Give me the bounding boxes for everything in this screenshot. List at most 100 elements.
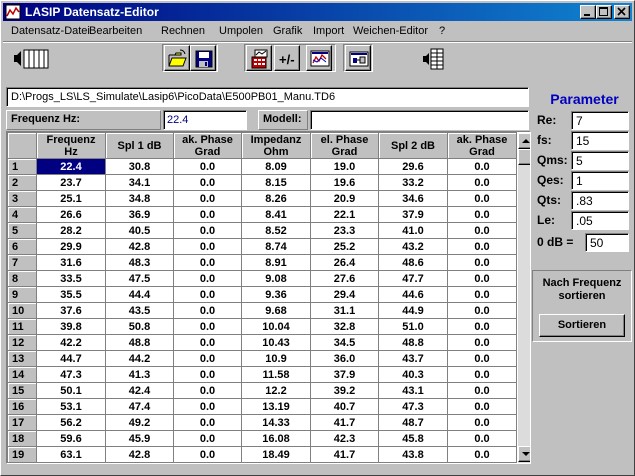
table-cell[interactable]: 50.8: [105, 318, 174, 335]
table-cell[interactable]: 44.4: [105, 286, 174, 303]
table-cell[interactable]: 9.68: [241, 302, 311, 319]
table-cell[interactable]: 29.6: [378, 158, 448, 175]
table-cell[interactable]: 11.58: [241, 366, 311, 383]
table-cell[interactable]: 0.0: [447, 318, 517, 335]
table-cell[interactable]: 34.8: [105, 190, 174, 207]
table-cell[interactable]: 0.0: [173, 158, 242, 175]
speaker-tool-button[interactable]: [9, 45, 51, 71]
column-header[interactable]: ak. Phase Grad: [173, 132, 242, 159]
table-cell[interactable]: 8.26: [241, 190, 311, 207]
table-cell[interactable]: 41.7: [310, 414, 379, 431]
table-cell[interactable]: 29.4: [310, 286, 379, 303]
table-cell[interactable]: 51.0: [378, 318, 448, 335]
save-button[interactable]: [190, 45, 216, 71]
menu-import[interactable]: Import: [313, 25, 344, 37]
row-header[interactable]: 6: [7, 238, 37, 255]
table-cell[interactable]: 43.1: [378, 382, 448, 399]
table-cell[interactable]: 8.41: [241, 206, 311, 223]
table-cell[interactable]: 0.0: [447, 190, 517, 207]
table-cell[interactable]: 0.0: [447, 238, 517, 255]
table-cell[interactable]: 34.6: [378, 190, 448, 207]
param-input[interactable]: 50: [585, 233, 629, 252]
row-header[interactable]: 19: [7, 446, 37, 463]
table-cell[interactable]: 0.0: [173, 366, 242, 383]
param-input[interactable]: .05: [571, 211, 629, 230]
table-cell[interactable]: 0.0: [447, 382, 517, 399]
table-cell[interactable]: 25.2: [310, 238, 379, 255]
vertical-scrollbar[interactable]: [518, 133, 530, 463]
table-cell[interactable]: 12.2: [241, 382, 311, 399]
table-cell[interactable]: 41.0: [378, 222, 448, 239]
table-cell[interactable]: 22.4: [36, 158, 106, 175]
table-cell[interactable]: 0.0: [173, 398, 242, 415]
column-header[interactable]: ak. Phase Grad: [447, 132, 517, 159]
table-cell[interactable]: 0.0: [447, 158, 517, 175]
table-cell[interactable]: 0.0: [447, 446, 517, 463]
table-cell[interactable]: 36.0: [310, 350, 379, 367]
table-cell[interactable]: 0.0: [173, 414, 242, 431]
row-header[interactable]: 7: [7, 254, 37, 271]
table-cell[interactable]: 18.49: [241, 446, 311, 463]
table-cell[interactable]: 48.8: [378, 334, 448, 351]
calculate-button[interactable]: [246, 45, 272, 71]
table-cell[interactable]: 0.0: [173, 318, 242, 335]
minimize-button[interactable]: [580, 5, 596, 19]
row-header[interactable]: 8: [7, 270, 37, 287]
title-bar[interactable]: LASIP Datensatz-Editor: [3, 3, 632, 21]
table-cell[interactable]: 49.2: [105, 414, 174, 431]
table-cell[interactable]: 0.0: [173, 382, 242, 399]
table-cell[interactable]: 10.9: [241, 350, 311, 367]
table-cell[interactable]: 0.0: [447, 206, 517, 223]
row-header[interactable]: 9: [7, 286, 37, 303]
menu-umpolen[interactable]: Umpolen: [219, 25, 263, 37]
row-header[interactable]: 16: [7, 398, 37, 415]
table-cell[interactable]: 48.8: [105, 334, 174, 351]
table-cell[interactable]: 19.6: [310, 174, 379, 191]
table-cell[interactable]: 0.0: [173, 206, 242, 223]
table-cell[interactable]: 44.2: [105, 350, 174, 367]
scroll-thumb[interactable]: [518, 149, 530, 165]
table-cell[interactable]: 8.09: [241, 158, 311, 175]
param-input[interactable]: 1: [571, 171, 629, 190]
table-cell[interactable]: 45.9: [105, 430, 174, 447]
table-cell[interactable]: 42.3: [310, 430, 379, 447]
table-cell[interactable]: 34.1: [105, 174, 174, 191]
table-cell[interactable]: 0.0: [447, 270, 517, 287]
table-cell[interactable]: 8.91: [241, 254, 311, 271]
table-cell[interactable]: 43.7: [378, 350, 448, 367]
menu-weichen-editor[interactable]: Weichen-Editor: [353, 25, 428, 37]
table-cell[interactable]: 0.0: [173, 174, 242, 191]
table-cell[interactable]: 0.0: [447, 222, 517, 239]
table-cell[interactable]: 40.5: [105, 222, 174, 239]
table-cell[interactable]: 41.3: [105, 366, 174, 383]
table-cell[interactable]: 28.2: [36, 222, 106, 239]
table-cell[interactable]: 33.5: [36, 270, 106, 287]
table-cell[interactable]: 48.6: [378, 254, 448, 271]
menu-rechnen[interactable]: Rechnen: [161, 25, 205, 37]
table-cell[interactable]: 27.6: [310, 270, 379, 287]
table-cell[interactable]: 47.3: [378, 398, 448, 415]
table-cell[interactable]: 23.3: [310, 222, 379, 239]
table-cell[interactable]: 39.2: [310, 382, 379, 399]
table-cell[interactable]: 37.6: [36, 302, 106, 319]
table-cell[interactable]: 47.5: [105, 270, 174, 287]
param-input[interactable]: 5: [571, 151, 629, 170]
param-input[interactable]: .83: [571, 191, 629, 210]
table-cell[interactable]: 43.5: [105, 302, 174, 319]
table-cell[interactable]: 37.9: [310, 366, 379, 383]
table-cell[interactable]: 13.19: [241, 398, 311, 415]
table-cell[interactable]: 47.7: [378, 270, 448, 287]
column-header[interactable]: el. Phase Grad: [310, 132, 379, 159]
table-cell[interactable]: 14.33: [241, 414, 311, 431]
table-cell[interactable]: 0.0: [173, 254, 242, 271]
table-cell[interactable]: 47.3: [36, 366, 106, 383]
table-cell[interactable]: 16.08: [241, 430, 311, 447]
scroll-up-button[interactable]: [518, 133, 530, 149]
table-cell[interactable]: 59.6: [36, 430, 106, 447]
row-header[interactable]: 13: [7, 350, 37, 367]
table-cell[interactable]: 0.0: [447, 302, 517, 319]
table-cell[interactable]: 42.4: [105, 382, 174, 399]
crossover-editor-button[interactable]: [345, 45, 371, 71]
data-grid[interactable]: Frequenz Hz Spl 1 dB ak. Phase Grad Impedanz O…: [6, 131, 531, 464]
table-cell[interactable]: 0.0: [447, 414, 517, 431]
